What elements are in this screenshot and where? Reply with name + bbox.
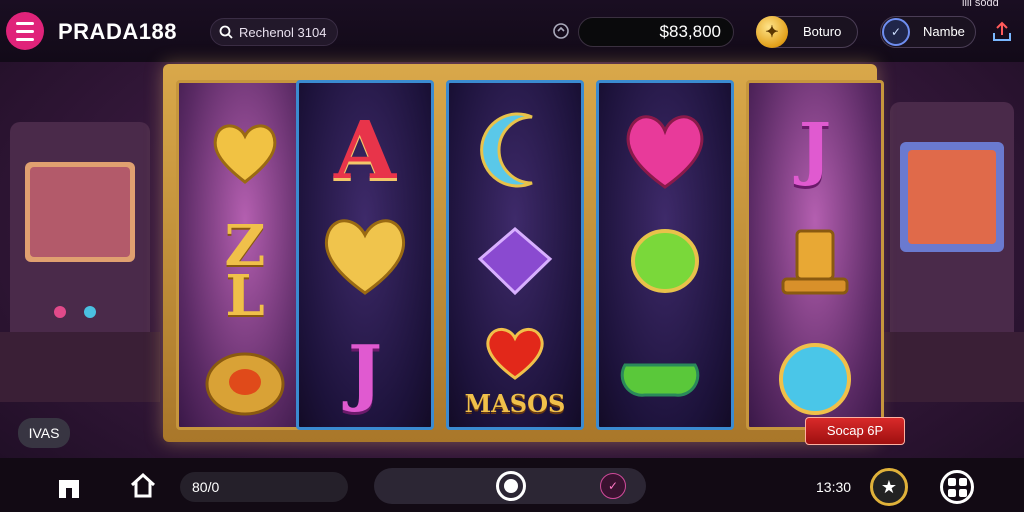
symbol-a: A bbox=[333, 103, 397, 197]
wallet-icon[interactable] bbox=[552, 22, 570, 40]
brand-logo: PRADA188 bbox=[58, 19, 177, 44]
symbol-j: J bbox=[798, 109, 832, 189]
share-icon[interactable] bbox=[990, 20, 1014, 44]
red-heart-symbol bbox=[480, 323, 550, 383]
mode-icon: ✓ bbox=[882, 18, 910, 46]
reel-5: J bbox=[746, 80, 884, 430]
search-text: Rechenol 3104 bbox=[239, 24, 327, 40]
gold-heart-symbol bbox=[315, 213, 415, 299]
check-icon[interactable]: ✓ bbox=[600, 473, 626, 499]
gold-heart-symbol bbox=[205, 113, 285, 193]
arcade-cabinet-right bbox=[880, 102, 1024, 402]
pink-heart-symbol bbox=[617, 107, 713, 193]
reel-2: A J bbox=[296, 80, 434, 430]
menu-icon[interactable] bbox=[6, 12, 44, 50]
golden-hat-symbol bbox=[770, 223, 860, 303]
store-icon[interactable] bbox=[54, 472, 84, 502]
green-teacup-symbol bbox=[613, 339, 717, 409]
symbol-l: L bbox=[225, 263, 265, 329]
ruby-ring-symbol bbox=[200, 341, 290, 421]
win-badge: Socap 6P bbox=[805, 417, 905, 445]
corner-text: ilil sodd bbox=[962, 0, 999, 9]
spin-icon[interactable] bbox=[496, 471, 526, 501]
coin-icon: ✦ bbox=[756, 16, 788, 48]
bet-display[interactable]: 80/0 bbox=[180, 472, 348, 502]
search-icon bbox=[219, 25, 233, 39]
moon-symbol bbox=[470, 105, 560, 195]
green-gem-symbol bbox=[620, 223, 710, 303]
masos-label: MASOS bbox=[464, 389, 566, 418]
search-field[interactable]: Rechenol 3104 bbox=[210, 18, 338, 46]
symbol-j: J bbox=[347, 329, 383, 414]
side-label[interactable]: IVAS bbox=[18, 418, 70, 448]
balance-display: $83,800 bbox=[578, 17, 734, 47]
star-icon[interactable]: ★ bbox=[870, 468, 908, 506]
grid-icon[interactable] bbox=[940, 470, 974, 504]
reel-1: Z L bbox=[176, 80, 314, 430]
purple-pot-symbol bbox=[467, 219, 563, 299]
arcade-cabinet-left bbox=[0, 122, 160, 402]
reel-4 bbox=[596, 80, 734, 430]
home-icon[interactable] bbox=[128, 470, 158, 500]
blue-diamond-symbol bbox=[770, 337, 860, 421]
time-display: 13:30 bbox=[816, 479, 852, 495]
reel-3: MASOS bbox=[446, 80, 584, 430]
